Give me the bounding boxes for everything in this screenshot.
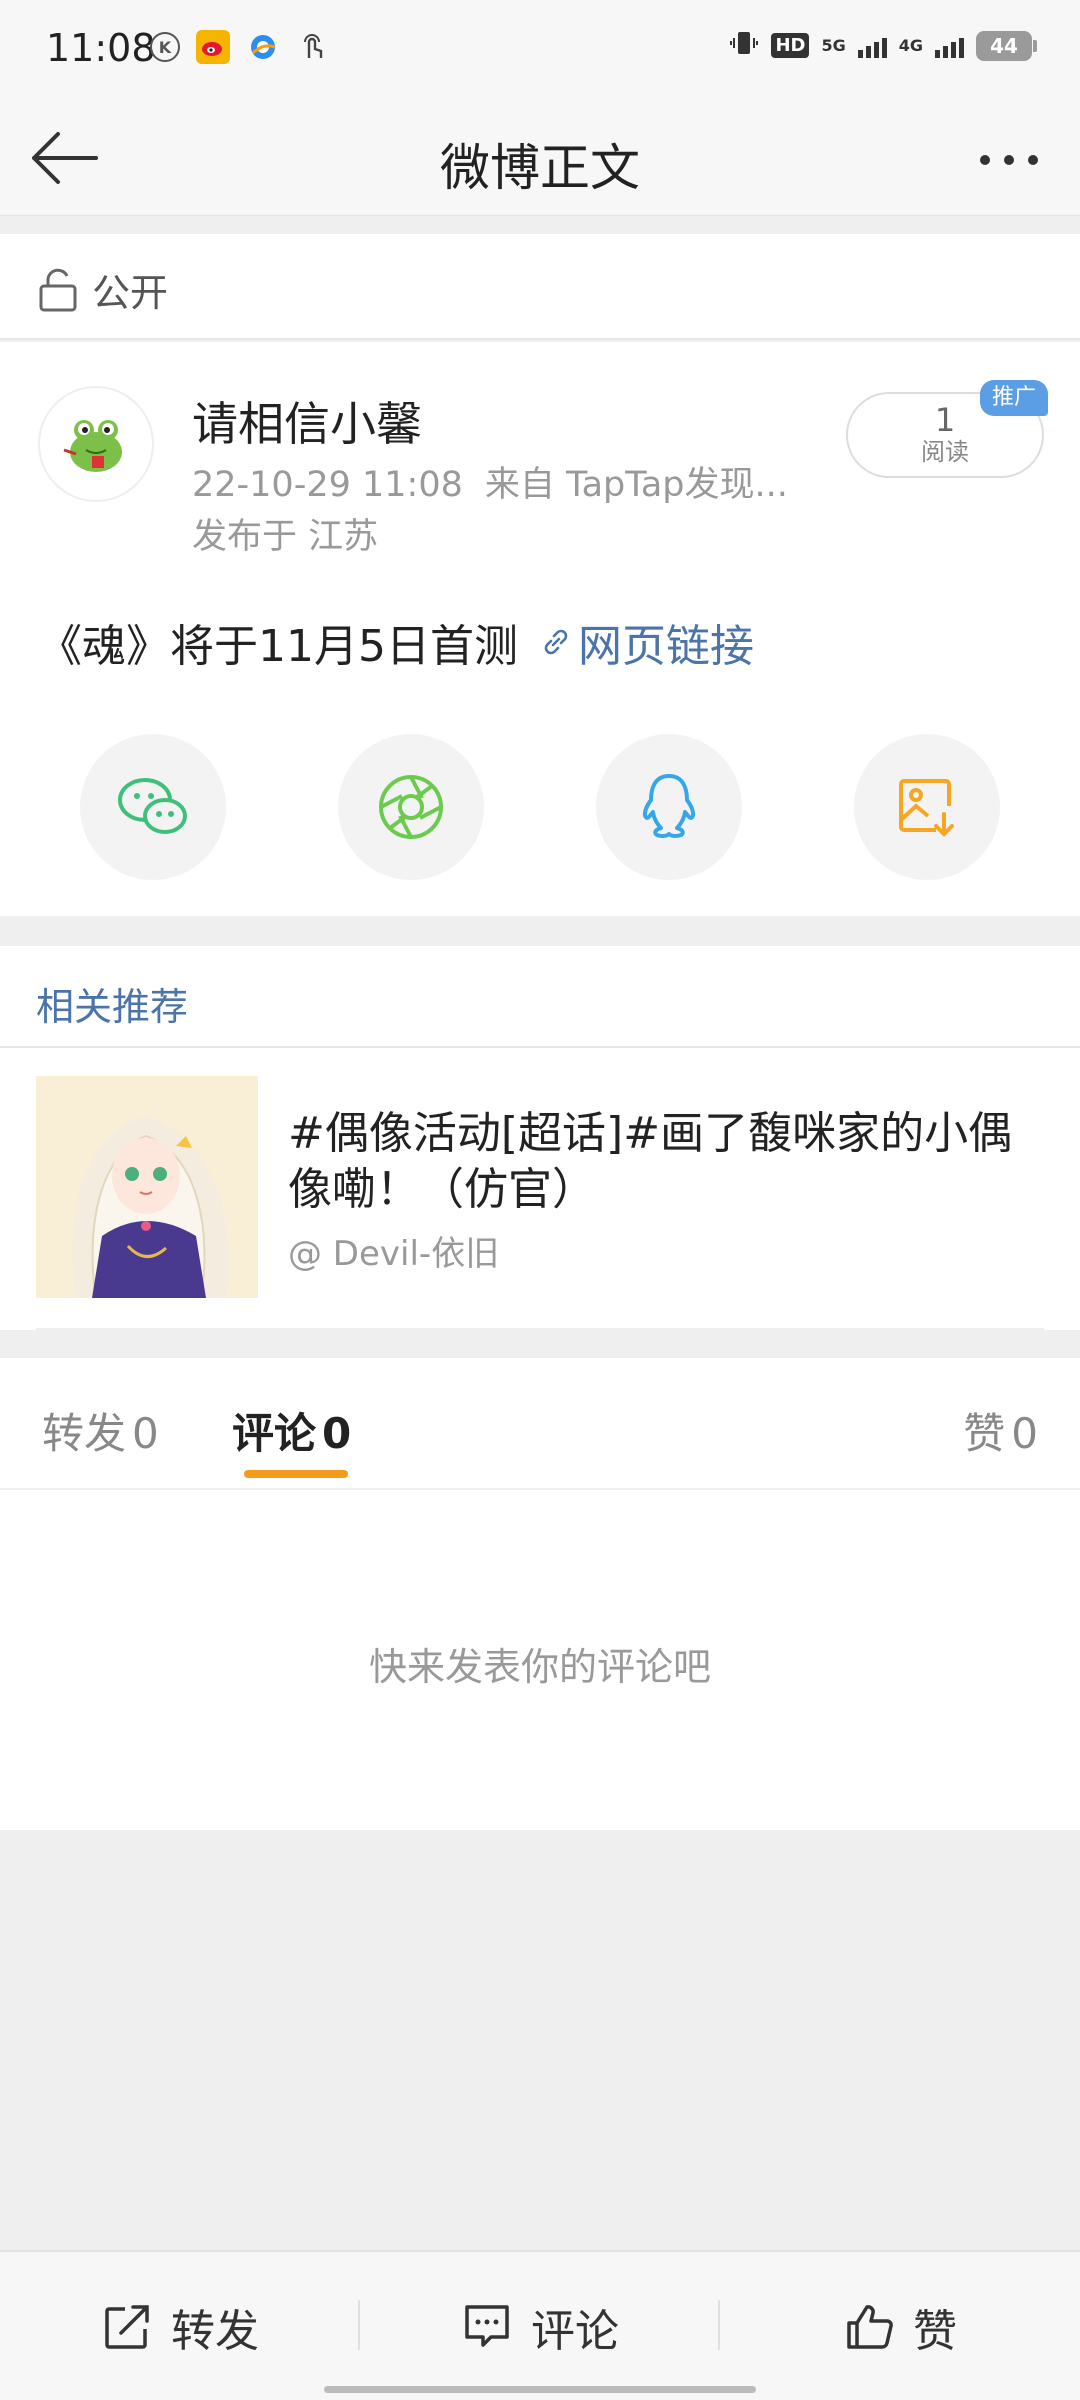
share-wechat-button[interactable]	[80, 734, 226, 880]
post-text: 《魂》将于11月5日首测	[38, 621, 518, 672]
post-card: 请相信小馨 22-10-29 11:08 来自 TapTap发现... 发布于 江…	[0, 342, 1080, 916]
page-title: 微博正文	[440, 139, 640, 197]
tab-reposts-count: 0	[132, 1409, 159, 1458]
share-out-icon	[105, 2305, 149, 2349]
web-link-label: 网页链接	[577, 621, 754, 672]
like-label: 赞	[913, 2306, 957, 2357]
signal-5g-label: 5G	[821, 36, 846, 55]
bottom-action-bar: 转发 评论 赞	[0, 2250, 1080, 2400]
moments-icon	[379, 775, 443, 839]
recommended-author: @ Devil-依旧	[288, 1234, 500, 1274]
status-bar: 11:08 K HD 5G 4G 44	[0, 0, 1080, 100]
notification-icons: K	[150, 30, 330, 64]
k-app-icon: K	[150, 32, 180, 62]
save-image-icon	[899, 779, 954, 837]
promote-badge[interactable]: 推广	[980, 380, 1049, 416]
post-content: 《魂》将于11月5日首测 网页链接	[38, 610, 754, 674]
tab-reposts[interactable]: 转发 0	[42, 1400, 159, 1461]
signal-bars-2-icon	[935, 34, 964, 58]
web-link[interactable]: 网页链接	[538, 610, 754, 674]
weibo-notification-icon	[196, 30, 230, 64]
touch-icon	[296, 30, 330, 64]
post-source: 来自 TapTap发现...	[484, 465, 788, 505]
visibility-label: 公开	[92, 271, 169, 315]
related-section: 相关推荐 #偶像活动[超话]#画了馥咪家的小偶像嘞！（仿官） @ Devil-依…	[0, 946, 1080, 1330]
tab-comments-label: 评论	[232, 1409, 317, 1458]
interaction-tabs: 转发 0 评论 0 赞0	[0, 1358, 1080, 1490]
recommended-title: #偶像活动[超话]#画了馥咪家的小偶像嘞！（仿官）	[288, 1108, 1013, 1215]
recommended-post[interactable]: #偶像活动[超话]#画了馥咪家的小偶像嘞！（仿官） @ Devil-依旧	[0, 1048, 1080, 1330]
tab-likes-label: 赞	[963, 1409, 1006, 1458]
status-time: 11:08	[46, 26, 156, 70]
author-name[interactable]: 请相信小馨	[192, 388, 422, 454]
more-options-button[interactable]	[964, 130, 1054, 190]
comments-area: 快来发表你的评论吧	[0, 1490, 1080, 1830]
share-row	[0, 734, 1080, 884]
share-qq-button[interactable]	[596, 734, 742, 880]
thumbs-up-icon	[847, 2305, 893, 2349]
repost-button[interactable]: 转发	[0, 2252, 360, 2400]
link-icon	[544, 629, 568, 655]
tab-likes[interactable]: 赞0	[963, 1400, 1038, 1461]
anime-character-image	[36, 1076, 258, 1298]
save-image-button[interactable]	[854, 734, 1000, 880]
tab-comments-count: 0	[322, 1409, 352, 1458]
more-dot-icon	[1004, 155, 1014, 165]
comment-icon	[465, 2305, 509, 2347]
tab-likes-count: 0	[1011, 1409, 1038, 1458]
more-dot-icon	[1028, 155, 1038, 165]
post-timestamp: 22-10-29 11:08	[192, 465, 463, 505]
tab-reposts-label: 转发	[42, 1409, 127, 1458]
browser-notification-icon	[246, 30, 280, 64]
post-location: 发布于 江苏	[192, 517, 379, 557]
post-meta: 22-10-29 11:08 来自 TapTap发现...	[192, 456, 788, 507]
related-title: 相关推荐	[36, 985, 189, 1029]
wechat-icon	[118, 778, 187, 834]
home-indicator[interactable]	[324, 2386, 756, 2393]
comment-label: 评论	[531, 2306, 619, 2357]
active-tab-indicator	[244, 1470, 348, 1478]
repost-label: 转发	[171, 2306, 259, 2357]
tab-comments[interactable]: 评论 0	[232, 1400, 351, 1461]
divider	[36, 1328, 1044, 1330]
vibrate-icon	[729, 28, 759, 63]
hd-icon: HD	[771, 33, 810, 58]
battery-indicator: 44	[976, 30, 1037, 61]
visibility-row[interactable]: 公开	[0, 234, 1080, 340]
read-label: 阅读	[921, 438, 969, 466]
more-dot-icon	[980, 155, 990, 165]
share-moments-button[interactable]	[338, 734, 484, 880]
system-status: HD 5G 4G 44	[729, 28, 1037, 63]
avatar[interactable]	[38, 386, 154, 502]
recommended-thumbnail	[36, 1076, 258, 1298]
empty-comments-text: 快来发表你的评论吧	[368, 1645, 711, 1689]
signal-bars-1-icon	[857, 34, 887, 58]
frog-avatar-icon	[63, 420, 122, 472]
comment-button[interactable]: 评论	[360, 2252, 720, 2400]
like-button[interactable]: 赞	[720, 2252, 1080, 2400]
signal-4g-label: 4G	[898, 36, 923, 55]
nav-header: 微博正文	[0, 100, 1080, 216]
unlock-icon	[39, 268, 77, 311]
qq-icon	[642, 774, 696, 838]
